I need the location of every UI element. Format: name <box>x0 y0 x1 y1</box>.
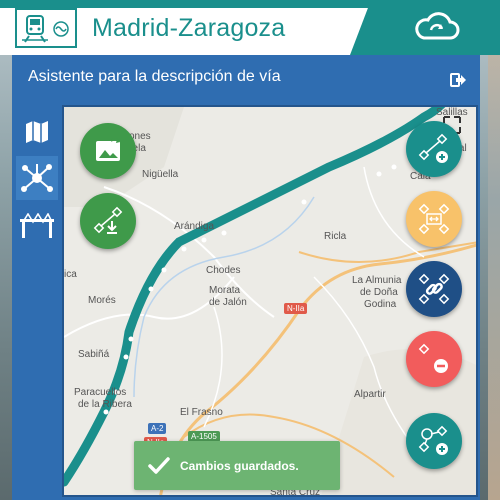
map-label: Arándiga <box>174 221 215 232</box>
cloud-sync-icon[interactable] <box>412 12 460 42</box>
link-segment-button[interactable] <box>406 261 462 317</box>
map-label: de la Ribera <box>78 399 132 410</box>
image-upload-icon <box>96 138 120 161</box>
map-label: Paracuellos <box>74 387 127 398</box>
node-add-icon <box>418 425 448 455</box>
track-download-icon <box>93 206 123 234</box>
exit-icon[interactable] <box>450 73 466 87</box>
map-label: Alpartir <box>354 389 386 400</box>
map-icon <box>26 121 48 143</box>
upload-image-button[interactable] <box>80 123 136 179</box>
add-segment-button[interactable] <box>406 121 462 177</box>
track-description-panel: Asistente para la descripción de vía son… <box>12 55 480 500</box>
remove-icon <box>418 343 448 373</box>
map-label: Sabiñá <box>78 349 110 360</box>
background-edge <box>488 0 500 500</box>
map-label: Salillas <box>436 107 468 118</box>
road-badge: N-IIa <box>284 303 308 314</box>
saved-toast: Cambios guardados. <box>134 441 340 490</box>
app-header: Madrid-Zaragoza <box>0 0 500 55</box>
road-badge: A-2 <box>148 423 167 434</box>
map-label: Ricla <box>324 231 347 242</box>
app-title: Madrid-Zaragoza <box>92 14 286 42</box>
panel-title: Asistente para la descripción de vía <box>28 68 281 85</box>
checkmark-icon <box>148 456 170 474</box>
segment-edit-icon <box>418 203 450 235</box>
map-label: de Jalón <box>209 297 247 308</box>
map-label: Morata <box>209 285 241 296</box>
map-label: de Doña <box>360 287 398 298</box>
rail-item-map[interactable] <box>16 110 58 154</box>
edit-segment-button[interactable] <box>406 191 462 247</box>
train-icon <box>22 15 69 43</box>
map-label: Morés <box>88 295 116 306</box>
rail-item-bridge[interactable] <box>16 204 58 248</box>
add-node-button[interactable] <box>406 413 462 469</box>
map-label: Chodes <box>206 265 241 276</box>
map-label: El Frasno <box>180 407 223 418</box>
toast-message: Cambios guardados. <box>180 458 299 473</box>
app-logo <box>15 8 77 48</box>
remove-point-button[interactable] <box>406 331 462 387</box>
network-icon <box>21 164 53 192</box>
track-map[interactable]: sones suela Nigüella Arándiga Chodes Mor… <box>62 105 478 497</box>
map-label: Godina <box>364 299 397 310</box>
tool-rail <box>12 100 62 500</box>
map-label: La Almunia <box>352 275 402 286</box>
chain-link-icon <box>418 273 450 305</box>
map-label: Nigüella <box>142 169 179 180</box>
download-track-button[interactable] <box>80 193 136 249</box>
map-label: ica <box>64 269 77 280</box>
bridge-icon <box>20 213 54 238</box>
segment-add-icon <box>418 133 448 163</box>
rail-item-network[interactable] <box>16 156 58 200</box>
